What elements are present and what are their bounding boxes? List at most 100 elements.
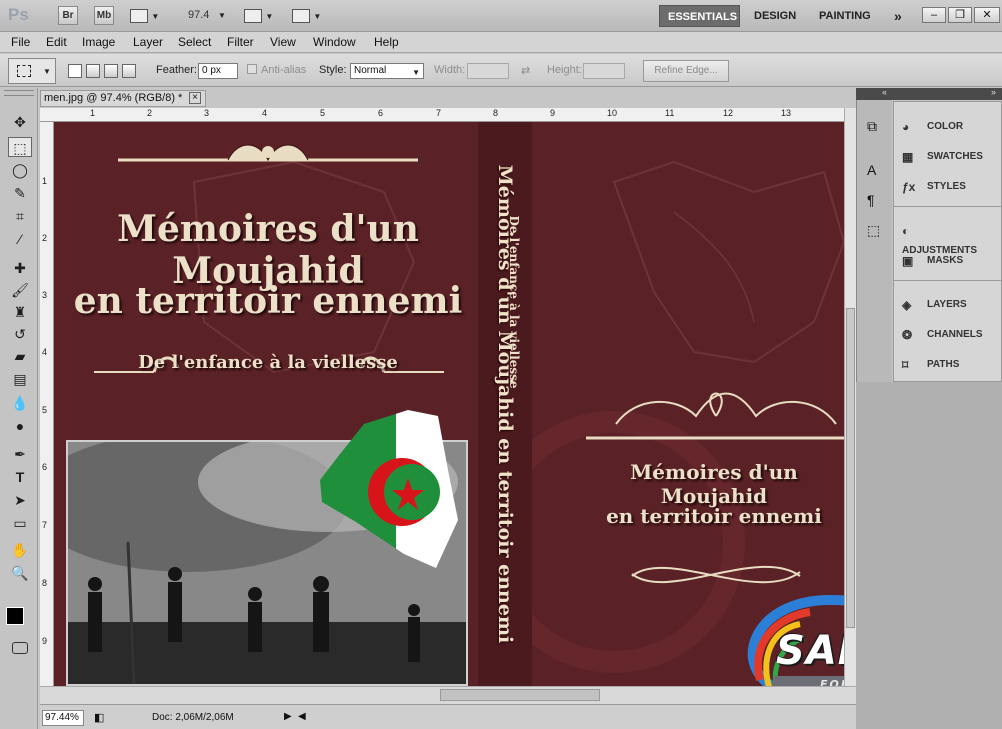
ruler-label: 5 bbox=[320, 108, 326, 118]
zoom-tool-icon[interactable]: 🔍 bbox=[8, 563, 32, 583]
panel-paths[interactable]: ⌑ PATHS bbox=[902, 355, 959, 375]
panel-masks[interactable]: ▣ MASKS bbox=[902, 251, 963, 271]
scroll-left-arrow-icon[interactable]: ◀ bbox=[298, 711, 306, 722]
status-zoom-field[interactable]: 97.44% bbox=[42, 710, 84, 726]
feather-input[interactable]: 0 px bbox=[198, 63, 238, 79]
style-select[interactable]: Normal ▼ bbox=[350, 63, 424, 79]
tools-grip[interactable] bbox=[4, 90, 34, 96]
photoshop-logo: Ps bbox=[8, 5, 29, 24]
horizontal-scrollbar[interactable] bbox=[40, 686, 856, 704]
gradient-tool-icon[interactable]: ▤ bbox=[8, 369, 32, 389]
subtract-selection-icon[interactable] bbox=[104, 64, 118, 78]
ruler-label: 6 bbox=[378, 108, 384, 118]
mini-bridge-button[interactable]: Mb bbox=[94, 6, 114, 25]
move-tool-icon[interactable]: ✥ bbox=[8, 112, 32, 132]
panel-swatches[interactable]: ▦ SWATCHES bbox=[902, 147, 983, 167]
tool-preset-picker[interactable]: ▼ bbox=[8, 58, 56, 84]
close-icon[interactable]: ✕ bbox=[974, 7, 1000, 23]
eyedropper-tool-icon[interactable]: ⁄ bbox=[8, 229, 32, 249]
horizontal-scroll-thumb[interactable] bbox=[440, 689, 600, 701]
shape-tool-icon[interactable]: ▭ bbox=[8, 513, 32, 533]
panel-adjustments[interactable]: ◐ADJUSTMENTS bbox=[902, 221, 1001, 257]
quick-selection-tool-icon[interactable]: ✎ bbox=[8, 183, 32, 203]
lasso-tool-icon[interactable]: ◯ bbox=[8, 160, 32, 180]
chevron-down-icon: ▼ bbox=[43, 67, 51, 76]
vertical-scrollbar[interactable] bbox=[844, 108, 856, 704]
anti-alias-checkbox[interactable] bbox=[247, 64, 257, 74]
zoom-level[interactable]: 97.4 bbox=[188, 9, 209, 21]
foreground-color-swatch[interactable] bbox=[6, 607, 24, 625]
panel-color[interactable]: ◕ COLOR bbox=[902, 117, 963, 137]
view-extras-dropdown[interactable]: ▼ bbox=[130, 8, 159, 23]
minimize-icon[interactable]: – bbox=[922, 7, 946, 23]
refine-edge-button[interactable]: Refine Edge... bbox=[643, 60, 729, 82]
front-title-line2: en territoir ennemi bbox=[73, 280, 463, 322]
swap-icon[interactable]: ⇄ bbox=[521, 64, 530, 77]
workspace-painting[interactable]: PAINTING bbox=[811, 5, 879, 27]
crop-tool-icon[interactable]: ⌗ bbox=[8, 206, 32, 226]
collapse-arrows-icon[interactable]: « bbox=[882, 87, 887, 97]
history-brush-tool-icon[interactable]: ↺ bbox=[8, 324, 32, 344]
expand-arrows-icon[interactable]: » bbox=[991, 87, 996, 97]
vertical-scroll-thumb[interactable] bbox=[846, 308, 855, 628]
blur-tool-icon[interactable]: 💧 bbox=[8, 393, 32, 413]
more-workspaces-button[interactable]: » bbox=[886, 5, 910, 27]
restore-icon[interactable]: ❐ bbox=[948, 7, 972, 23]
intersect-selection-icon[interactable] bbox=[122, 64, 136, 78]
back-ornament-top bbox=[586, 392, 844, 440]
eraser-tool-icon[interactable]: ▰ bbox=[8, 346, 32, 366]
menu-layer[interactable]: Layer bbox=[133, 35, 163, 49]
add-to-selection-icon[interactable] bbox=[86, 64, 100, 78]
panel-styles[interactable]: ƒx STYLES bbox=[902, 177, 966, 197]
panel-dock-header[interactable]: « » bbox=[856, 87, 1002, 100]
healing-brush-tool-icon[interactable]: ✚ bbox=[8, 258, 32, 278]
panel-layers[interactable]: ◈ LAYERS bbox=[902, 295, 967, 315]
new-selection-icon[interactable] bbox=[68, 64, 82, 78]
panels-list: ◕ COLOR ▦ SWATCHES ƒx STYLES ◐ADJUSTMENTS ▣… bbox=[893, 101, 1002, 382]
menu-help[interactable]: Help bbox=[374, 35, 399, 49]
status-menu-arrow-icon[interactable]: ▶ bbox=[284, 711, 292, 722]
paragraph-icon[interactable]: ¶ bbox=[867, 192, 875, 208]
anti-alias-label: Anti-alias bbox=[261, 64, 307, 76]
application-bar: Ps Br Mb ▼ 97.4 ▼ ▼ ▼ ESSENTIALS DESIGN … bbox=[0, 0, 1002, 32]
document-canvas[interactable]: Mémoires d'un Moujahid en territoir enne… bbox=[54, 122, 844, 686]
type-tool-icon[interactable]: T bbox=[8, 467, 32, 487]
dodge-tool-icon[interactable]: ● bbox=[8, 416, 32, 436]
feather-label: Feather: bbox=[156, 64, 197, 76]
menu-view[interactable]: View bbox=[270, 35, 296, 49]
bridge-button[interactable]: Br bbox=[58, 6, 78, 25]
menu-select[interactable]: Select bbox=[178, 35, 211, 49]
menu-window[interactable]: Window bbox=[313, 35, 356, 49]
brush-tool-icon[interactable]: 🖌 bbox=[8, 280, 32, 300]
workspace-design[interactable]: DESIGN bbox=[746, 5, 804, 27]
close-tab-icon[interactable]: × bbox=[189, 92, 201, 104]
document-tab[interactable]: men.jpg @ 97.4% (RGB/8) * × bbox=[40, 90, 206, 107]
pen-tool-icon[interactable]: ✒ bbox=[8, 444, 32, 464]
panel-channels[interactable]: ❂ CHANNELS bbox=[902, 325, 983, 345]
status-info-icon[interactable]: ◧ bbox=[94, 711, 104, 724]
ruler-label: 6 bbox=[42, 462, 48, 472]
quick-mask-icon[interactable] bbox=[12, 642, 28, 654]
height-input[interactable] bbox=[583, 63, 625, 79]
character-icon[interactable]: A bbox=[867, 162, 876, 178]
path-selection-tool-icon[interactable]: ➤ bbox=[8, 490, 32, 510]
paths-icon: ⌑ bbox=[902, 358, 909, 372]
menu-image[interactable]: Image bbox=[82, 35, 115, 49]
vertical-ruler[interactable]: 1 2 3 4 5 6 7 8 9 bbox=[40, 122, 54, 686]
marquee-tool-icon[interactable]: ⬚ bbox=[8, 137, 32, 157]
chevron-down-icon[interactable]: ▼ bbox=[218, 11, 226, 20]
menu-edit[interactable]: Edit bbox=[46, 35, 67, 49]
history-icon[interactable]: ⧉ bbox=[867, 118, 877, 135]
hand-tool-icon[interactable]: ✋ bbox=[8, 540, 32, 560]
menu-filter[interactable]: Filter bbox=[227, 35, 254, 49]
workspace-essentials[interactable]: ESSENTIALS bbox=[659, 5, 740, 27]
width-input[interactable] bbox=[467, 63, 509, 79]
menu-file[interactable]: File bbox=[11, 35, 30, 49]
ruler-label: 9 bbox=[42, 636, 48, 646]
arrange-documents-dropdown[interactable]: ▼ bbox=[244, 8, 273, 23]
screen-mode-icon bbox=[292, 8, 310, 23]
screen-mode-dropdown[interactable]: ▼ bbox=[292, 8, 321, 23]
horizontal-ruler[interactable]: 1 2 3 4 5 6 7 8 9 10 11 12 13 bbox=[40, 108, 856, 122]
transform-icon[interactable]: ⬚ bbox=[867, 222, 880, 239]
clone-stamp-tool-icon[interactable]: ♜ bbox=[8, 302, 32, 322]
